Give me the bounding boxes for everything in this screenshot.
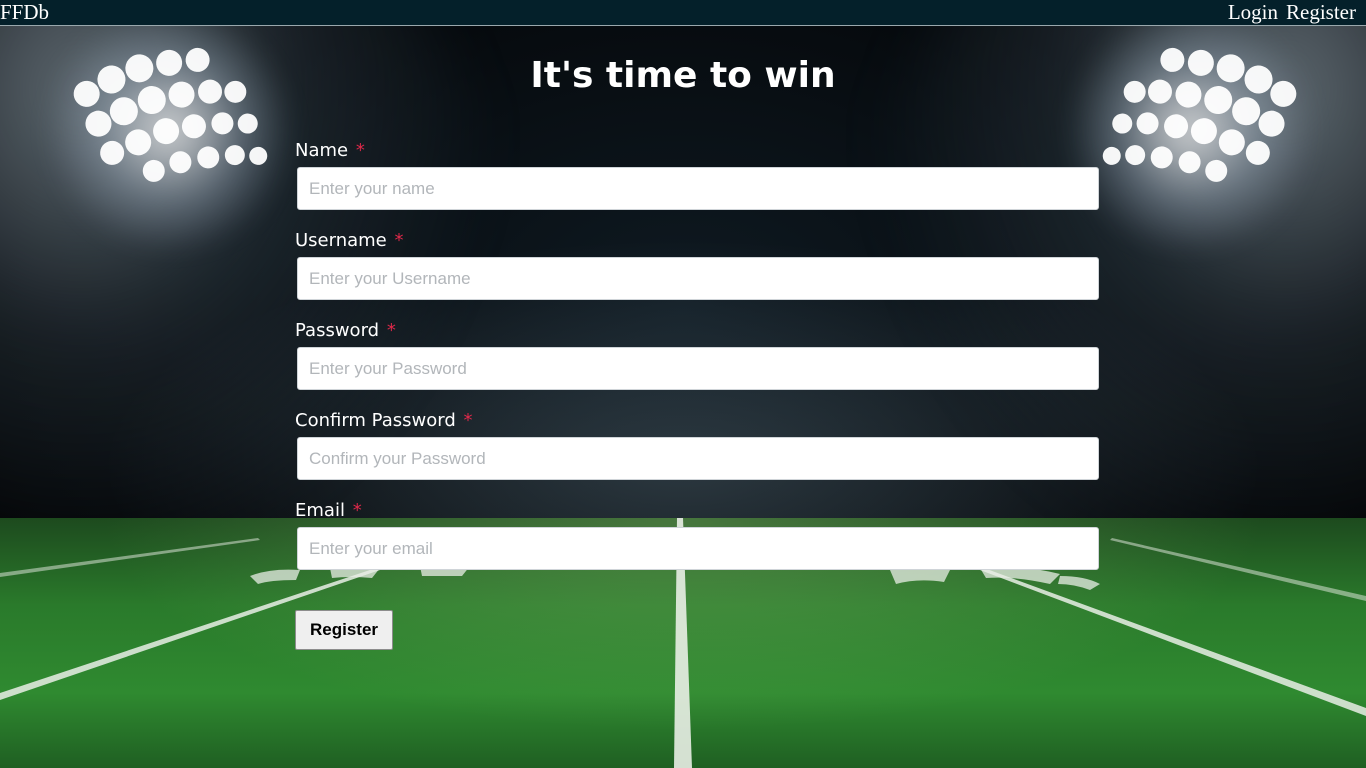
confirm-password-input[interactable]: [297, 437, 1099, 480]
username-label: Username *: [295, 230, 1100, 252]
required-marker: *: [355, 140, 365, 161]
nav-links: Login Register: [1228, 0, 1356, 25]
required-marker: *: [463, 410, 473, 431]
username-input[interactable]: [297, 257, 1099, 300]
confirm-password-field-group: Confirm Password *: [295, 410, 1100, 480]
page-title: It's time to win: [530, 55, 836, 96]
email-field-group: Email *: [295, 500, 1100, 570]
nav-register-link[interactable]: Register: [1286, 0, 1356, 25]
required-marker: *: [394, 230, 404, 251]
brand-logo-link[interactable]: FFDb: [0, 0, 49, 25]
top-navbar: FFDb Login Register: [0, 0, 1366, 26]
required-marker: *: [386, 320, 396, 341]
confirm-password-label: Confirm Password *: [295, 410, 1100, 432]
register-button[interactable]: Register: [295, 610, 393, 650]
email-label-text: Email: [295, 500, 345, 521]
password-field-group: Password *: [295, 320, 1100, 390]
password-input[interactable]: [297, 347, 1099, 390]
name-label: Name *: [295, 140, 1100, 162]
name-input[interactable]: [297, 167, 1099, 210]
nav-login-link[interactable]: Login: [1228, 0, 1278, 25]
name-label-text: Name: [295, 140, 349, 161]
password-label-text: Password: [295, 320, 380, 341]
confirm-password-label-text: Confirm Password: [295, 410, 456, 431]
yard-number-right: [890, 566, 1100, 590]
required-marker: *: [352, 500, 362, 521]
username-field-group: Username *: [295, 230, 1100, 300]
username-label-text: Username: [295, 230, 387, 251]
email-label: Email *: [295, 500, 1100, 522]
email-input[interactable]: [297, 527, 1099, 570]
name-field-group: Name *: [295, 140, 1100, 210]
password-label: Password *: [295, 320, 1100, 342]
